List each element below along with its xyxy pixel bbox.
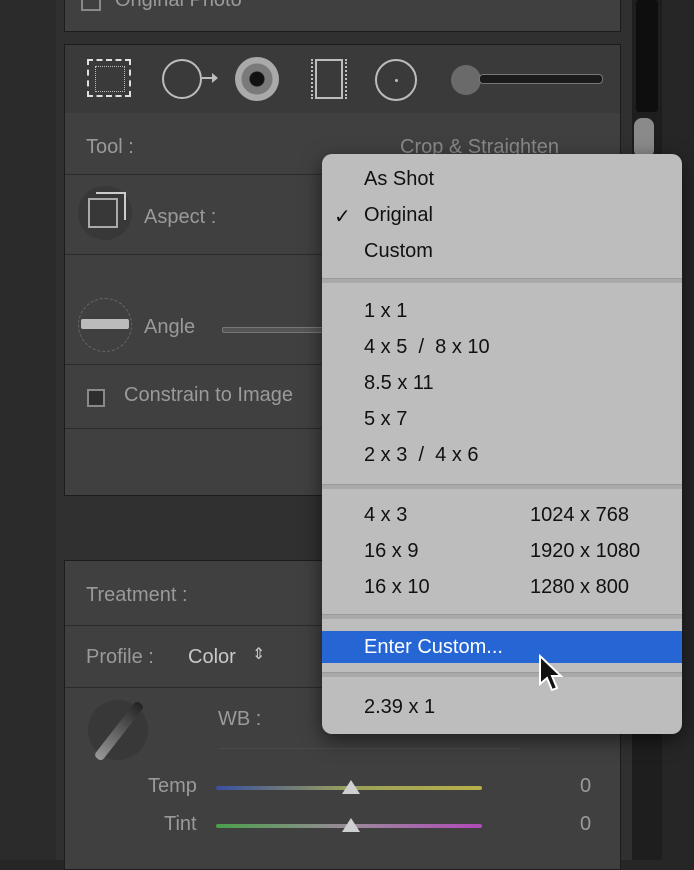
menu-separator xyxy=(322,672,682,677)
wb-label: WB : xyxy=(218,708,262,730)
menu-separator xyxy=(322,278,682,283)
crop-tool-icon[interactable] xyxy=(78,186,132,240)
menu-item-custom[interactable]: Custom xyxy=(364,240,433,263)
aspect-label: Aspect : xyxy=(144,206,217,228)
eyedropper-icon[interactable] xyxy=(88,700,148,762)
radial-filter-icon[interactable] xyxy=(375,59,417,101)
aspect-dropdown-menu: As Shot ✓ Original Custom 1 x 1 4 x 5 / … xyxy=(322,154,682,734)
constrain-checkbox[interactable] xyxy=(87,389,105,407)
checkmark-icon: ✓ xyxy=(334,206,351,228)
menu-item-original[interactable]: Original xyxy=(364,204,433,227)
spot-removal-icon[interactable] xyxy=(162,59,218,99)
menu-separator xyxy=(322,484,682,489)
divider xyxy=(218,748,520,749)
temp-slider-knob[interactable] xyxy=(342,780,360,794)
scrollbar-thumb[interactable] xyxy=(634,118,654,158)
angle-slider[interactable] xyxy=(222,327,334,333)
profile-label: Profile : xyxy=(86,646,154,668)
tint-label: Tint xyxy=(164,813,197,835)
menu-item-16x9-size[interactable]: 1920 x 1080 xyxy=(530,540,640,563)
menu-item-16x10-size[interactable]: 1280 x 800 xyxy=(530,576,629,599)
menu-item-5x7[interactable]: 5 x 7 xyxy=(364,408,407,431)
crop-overlay-icon[interactable] xyxy=(87,59,131,97)
menu-item-2-39x1[interactable]: 2.39 x 1 xyxy=(364,696,435,719)
profile-stepper-icon[interactable]: ⇕ xyxy=(252,644,265,664)
menu-item-1x1[interactable]: 1 x 1 xyxy=(364,300,407,323)
left-strip xyxy=(0,0,56,860)
tool-label: Tool : xyxy=(86,136,134,158)
treatment-label: Treatment : xyxy=(86,584,188,606)
adjustment-brush-icon[interactable] xyxy=(451,61,603,99)
menu-item-enter-custom[interactable]: Enter Custom... xyxy=(364,636,503,659)
tint-value: 0 xyxy=(580,813,592,835)
tool-strip xyxy=(65,45,620,113)
temp-value: 0 xyxy=(580,775,592,797)
scrollbar-region[interactable] xyxy=(636,0,658,112)
menu-item-4x3[interactable]: 4 x 3 xyxy=(364,504,407,527)
profile-value[interactable]: Color xyxy=(188,646,236,669)
angle-label: Angle xyxy=(144,316,196,338)
graduated-filter-icon[interactable] xyxy=(311,59,347,99)
original-photo-box: Original Photo xyxy=(64,0,621,32)
menu-item-8-5x11[interactable]: 8.5 x 11 xyxy=(364,372,434,395)
menu-item-4x5[interactable]: 4 x 5 / 8 x 10 xyxy=(364,336,490,359)
constrain-label: Constrain to Image xyxy=(124,384,293,406)
menu-separator xyxy=(322,614,682,619)
red-eye-icon[interactable] xyxy=(235,57,279,101)
menu-item-16x10[interactable]: 16 x 10 xyxy=(364,576,430,599)
menu-item-2x3[interactable]: 2 x 3 / 4 x 6 xyxy=(364,444,479,467)
temp-label: Temp xyxy=(148,775,197,797)
menu-item-as-shot[interactable]: As Shot xyxy=(364,168,434,191)
straighten-tool-icon[interactable] xyxy=(78,298,132,352)
mouse-cursor-icon xyxy=(539,654,564,692)
tint-slider-knob[interactable] xyxy=(342,818,360,832)
original-photo-label: Original Photo xyxy=(115,0,242,11)
menu-item-16x9[interactable]: 16 x 9 xyxy=(364,540,418,563)
menu-item-4x3-size[interactable]: 1024 x 768 xyxy=(530,504,629,527)
original-photo-checkbox[interactable] xyxy=(81,0,101,11)
